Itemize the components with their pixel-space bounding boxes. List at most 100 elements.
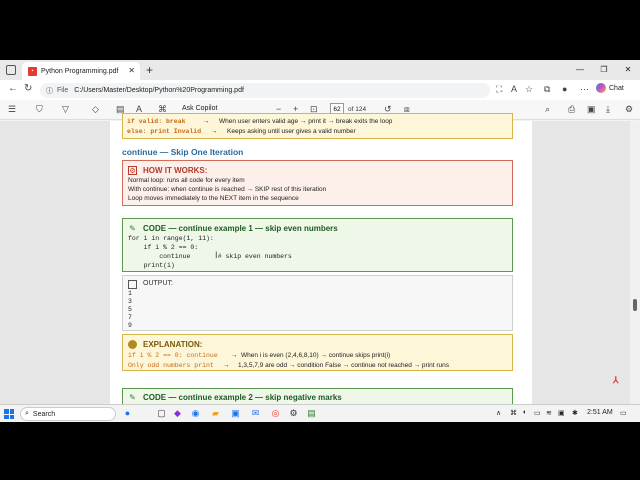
code-line: print(i): [128, 262, 175, 269]
battery-icon[interactable]: ▭: [534, 409, 541, 417]
scrollbar[interactable]: [630, 121, 640, 404]
description: When user enters valid age → print it → …: [219, 118, 393, 125]
how-it-works-box: ⚙ HOW IT WORKS: Normal loop: runs all co…: [122, 160, 513, 206]
how-line: Loop moves immediately to the NEXT item …: [128, 195, 299, 202]
letterbox-bottom: [0, 422, 640, 480]
app-taskbar-icon[interactable]: ▤: [306, 408, 317, 419]
restore-icon[interactable]: ❐: [592, 60, 616, 80]
more-icon[interactable]: ⋯: [580, 84, 589, 95]
chat-label: Chat: [609, 84, 624, 92]
save-as-icon[interactable]: ⤓: [606, 104, 610, 115]
file-explorer-icon[interactable]: ▰: [210, 408, 221, 419]
code-example-2-box: ✎ CODE — continue example 2 — skip negat…: [122, 388, 513, 404]
translate-icon[interactable]: ⛶: [496, 84, 502, 95]
clock-time[interactable]: 2:51 AM: [587, 409, 613, 416]
output-line: 5: [128, 306, 132, 313]
copilot-icon: [596, 83, 606, 93]
scrollbar-thumb[interactable]: [633, 299, 637, 311]
pdf-settings-icon[interactable]: ⚙: [625, 104, 633, 115]
output-line: 1: [128, 290, 132, 297]
code-icon: ✎: [129, 224, 136, 233]
section-title: continue — Skip One Iteration: [122, 147, 244, 157]
pdf-viewport[interactable]: if valid: break → When user enters valid…: [0, 113, 640, 404]
copilot-chat-button[interactable]: Chat: [596, 83, 624, 93]
taskbar: ⌕ Search ● ▢ ◆ ◉ ▰ ▣ ✉ ◎ ⚙ ▤ ∧ ⌘ ◖ ▭ ≋ ▣…: [0, 404, 640, 422]
description: Keeps asking until user gives a valid nu…: [227, 128, 356, 135]
read-aloud-icon[interactable]: A: [511, 84, 517, 94]
text-highlight-icon[interactable]: ⛉: [36, 104, 43, 115]
taskbar-search[interactable]: ⌕ Search: [20, 407, 116, 421]
store-icon[interactable]: ▣: [230, 408, 241, 419]
volume-icon[interactable]: ◖: [522, 409, 526, 416]
page-total: of 124: [348, 106, 367, 113]
collections-icon[interactable]: ⧉: [544, 84, 550, 95]
description: When i is even (2,4,6,8,10) → continue s…: [241, 352, 391, 359]
back-icon[interactable]: ←: [8, 83, 18, 94]
search-pdf-icon[interactable]: ⌕: [545, 104, 550, 115]
pdf-page: if valid: break → When user enters valid…: [110, 113, 532, 404]
window-controls: — ❐ ✕: [568, 60, 640, 80]
save-icon[interactable]: ▣: [587, 104, 596, 115]
tab-actions-icon[interactable]: [6, 65, 16, 75]
process-icon: ⚙: [128, 166, 137, 175]
screen: ▪ Python Programming.pdf ✕ + — ❐ ✕ ← ↻ ⓘ…: [0, 0, 640, 480]
tray-chevron-icon[interactable]: ∧: [496, 409, 501, 417]
code-example-2-title: CODE — continue example 2 — skip negativ…: [143, 393, 342, 402]
widgets-icon[interactable]: ●: [122, 408, 133, 419]
search-icon: ⌕: [25, 410, 29, 417]
letterbox-top: [0, 0, 640, 60]
code-example-1-title: CODE — continue example 1 — skip even nu…: [143, 224, 338, 233]
close-tab-icon[interactable]: ✕: [128, 66, 135, 75]
code-snippet: if valid: break: [127, 118, 186, 125]
url-field[interactable]: ⓘ File C:/Users/Master/Desktop/Python%20…: [40, 83, 490, 98]
code-line: for i in range(1, 11):: [128, 235, 214, 242]
info-icon: ⓘ: [46, 87, 53, 95]
print-icon[interactable]: ⎙: [568, 104, 575, 115]
network-icon[interactable]: ⌘: [510, 409, 517, 417]
arrow: →: [231, 352, 238, 359]
favorite-icon[interactable]: ☆: [525, 84, 533, 95]
output-title: OUTPUT:: [143, 280, 173, 287]
windows-start-icon[interactable]: [4, 409, 14, 419]
tab-pdf[interactable]: ▪ Python Programming.pdf ✕: [22, 62, 140, 80]
new-tab-icon[interactable]: +: [146, 63, 153, 77]
explanation-box: EXPLANATION: if i % 2 == 0: continue → W…: [122, 334, 513, 371]
text-cursor-icon: I: [215, 250, 218, 260]
output-box: OUTPUT: 1 3 5 7 9: [122, 275, 513, 331]
description: 1,3,5,7,9 are odd → condition False → co…: [238, 362, 450, 369]
url-text: C:/Users/Master/Desktop/Python%20Program…: [74, 87, 244, 94]
notification-icon[interactable]: ▭: [620, 409, 627, 417]
refresh-icon[interactable]: ↻: [24, 83, 32, 94]
how-it-works-title: HOW IT WORKS:: [143, 166, 208, 175]
wifi-icon[interactable]: ≋: [546, 409, 552, 417]
ask-copilot-button[interactable]: Ask Copilot: [182, 105, 217, 112]
code-icon: ✎: [129, 393, 136, 402]
edge-taskbar-icon[interactable]: ◉: [190, 408, 201, 419]
code-line: continue # skip even numbers: [128, 253, 292, 260]
contents-icon[interactable]: ☰: [8, 104, 16, 115]
arrow: →: [211, 128, 218, 135]
mail-icon[interactable]: ✉: [250, 408, 261, 419]
output-line: 3: [128, 298, 132, 305]
draw-icon[interactable]: ▽: [62, 104, 69, 115]
copilot-taskbar-icon[interactable]: ◆: [172, 408, 183, 419]
erase-icon[interactable]: ◇: [92, 104, 99, 115]
bluetooth-icon[interactable]: ✱: [572, 409, 578, 417]
tray-app-icon[interactable]: ▣: [558, 409, 565, 417]
task-view-icon[interactable]: ▢: [156, 408, 167, 419]
url-label: File: [57, 87, 69, 94]
settings-taskbar-icon[interactable]: ⚙: [288, 408, 299, 419]
code-line: if i % 2 == 0:: [128, 244, 199, 251]
profile-icon[interactable]: ●: [562, 84, 567, 94]
how-line: Normal loop: runs all code for every ite…: [128, 177, 245, 184]
arrow: →: [223, 362, 230, 369]
output-line: 7: [128, 314, 132, 321]
code-example-1-box: ✎ CODE — continue example 1 — skip even …: [122, 218, 513, 272]
pdf-file-icon: ▪: [28, 66, 37, 76]
close-icon[interactable]: ✕: [616, 60, 640, 80]
minimize-icon[interactable]: —: [568, 60, 592, 80]
tab-title: Python Programming.pdf: [41, 67, 119, 75]
acrobat-icon[interactable]: ⅄: [613, 375, 624, 386]
address-bar: ← ↻ ⓘ File C:/Users/Master/Desktop/Pytho…: [0, 80, 640, 100]
chrome-icon[interactable]: ◎: [270, 408, 281, 419]
